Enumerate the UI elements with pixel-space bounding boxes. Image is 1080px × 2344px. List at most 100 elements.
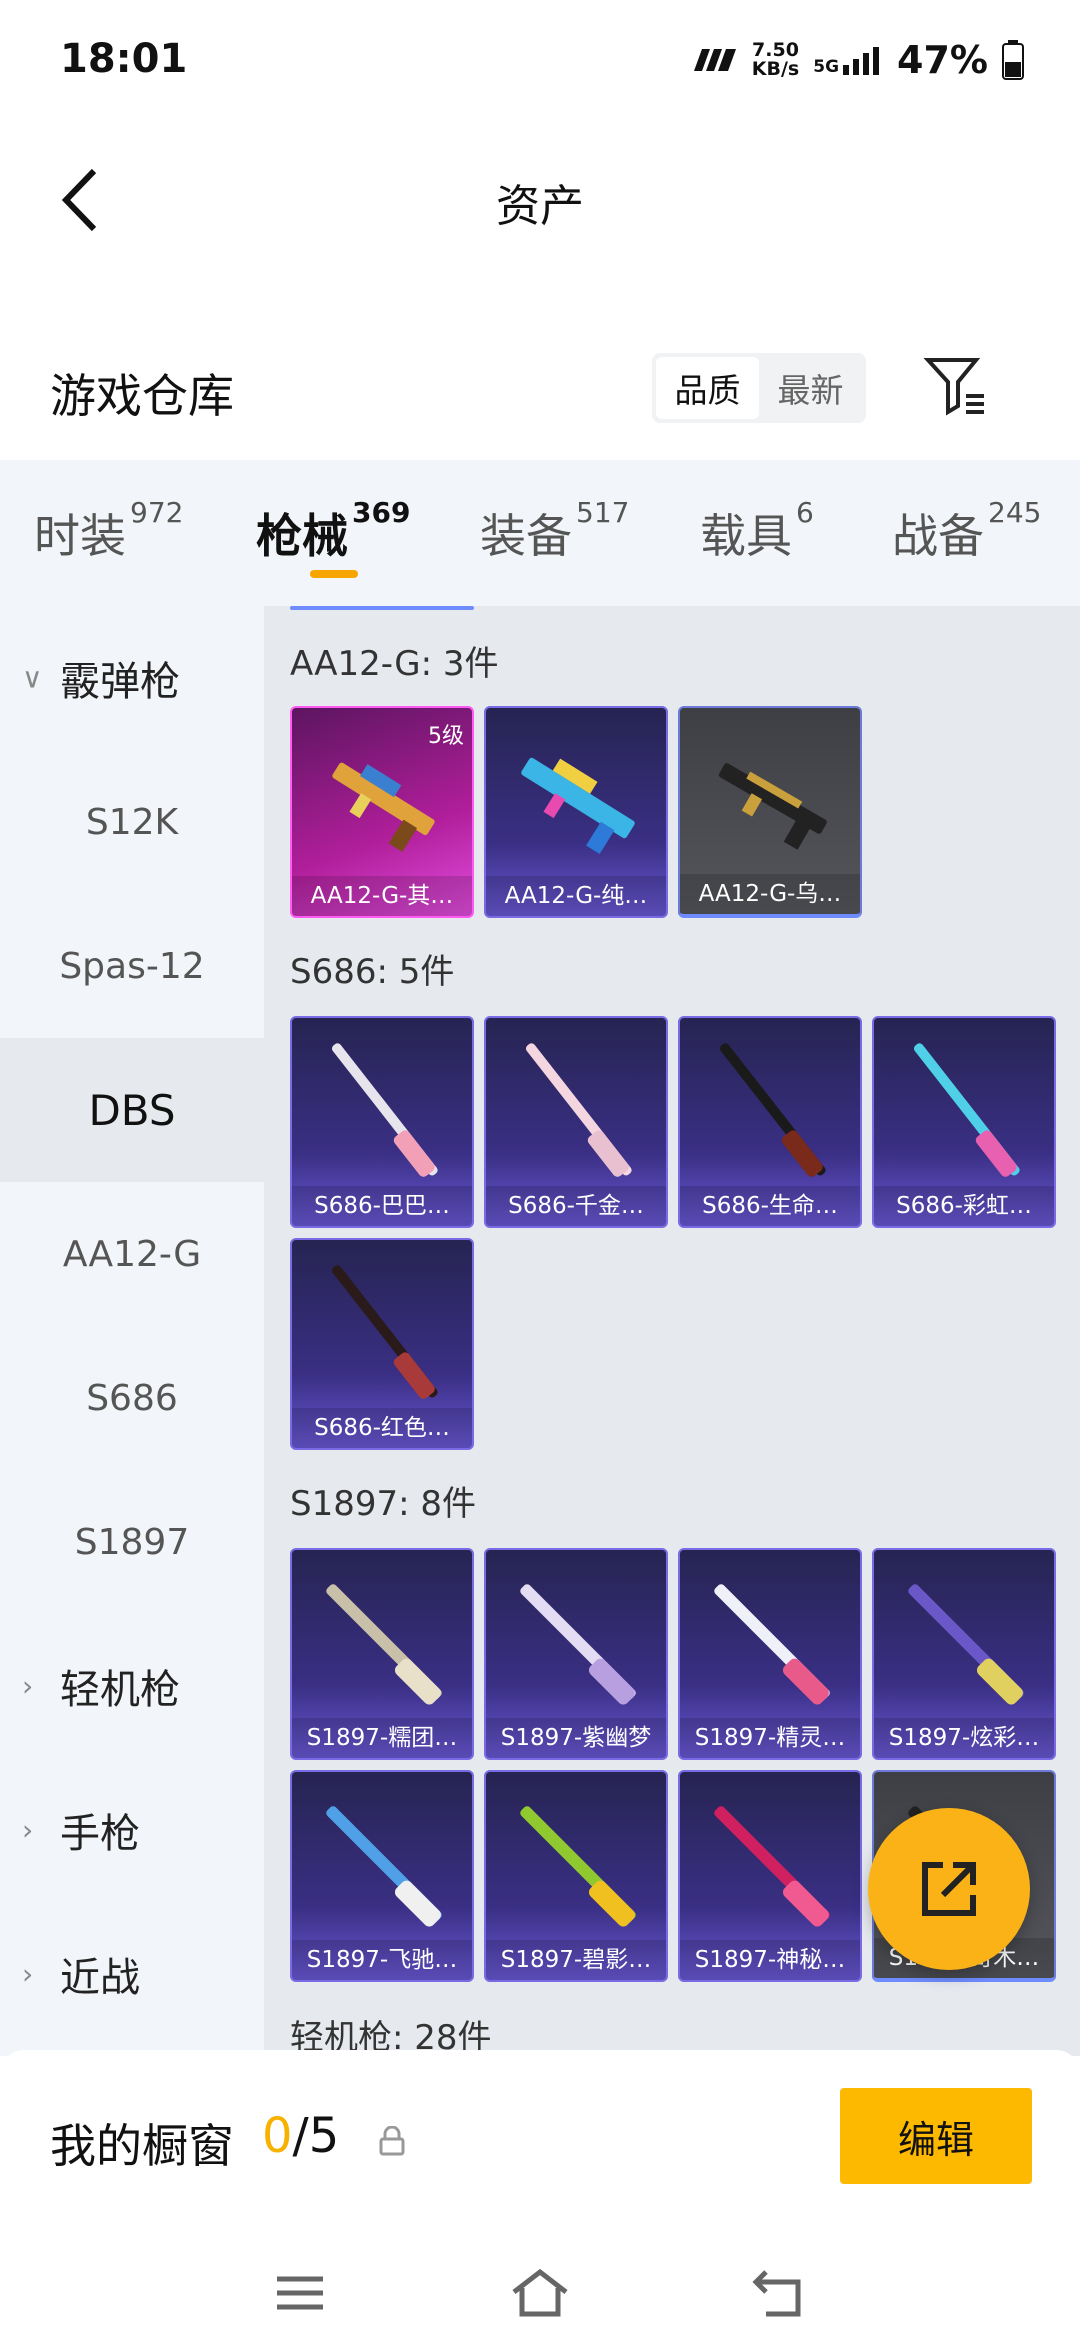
warehouse-title: 游戏仓库 xyxy=(50,369,234,423)
active-tab-indicator xyxy=(310,570,358,578)
back-nav-button[interactable] xyxy=(740,2258,820,2328)
speed-unit: KB/s xyxy=(751,58,800,80)
group-title-aa12g: AA12-G: 3件 xyxy=(290,644,499,684)
weapon-card[interactable]: 5级 AA12-G-其… xyxy=(290,706,474,918)
card-name: S686-千金… xyxy=(486,1186,666,1226)
sidebar-item-pistol[interactable]: › 手枪 xyxy=(0,1758,264,1902)
home-icon xyxy=(512,2268,568,2317)
category-tabs: 时装 972 枪械 369 装备 517 载具 6 战备 245 xyxy=(0,460,1080,606)
sort-toggle: 品质 最新 xyxy=(652,353,866,423)
chevron-down-icon: ∨ xyxy=(22,661,43,695)
sort-quality-button[interactable]: 品质 xyxy=(656,357,759,419)
weapon-card[interactable]: S1897-糯团… xyxy=(290,1548,474,1760)
sort-newest-button[interactable]: 最新 xyxy=(759,357,862,419)
weapon-card[interactable]: S1897-神秘… xyxy=(678,1770,862,1982)
card-name: S686-生命… xyxy=(680,1186,860,1226)
sidebar-item-label: 霰弹枪 xyxy=(60,659,180,705)
sidebar-item-label: AA12-G xyxy=(62,1233,202,1275)
card-name: S1897-碧影… xyxy=(486,1940,666,1980)
network-speed: 7.50 KB/s xyxy=(752,41,799,79)
sidebar-item-label: DBS xyxy=(88,1085,176,1135)
card-name: S686-彩虹… xyxy=(874,1186,1054,1226)
tab-vehicles[interactable]: 载具 6 xyxy=(700,496,814,566)
tab-count: 517 xyxy=(576,496,630,529)
return-icon xyxy=(752,2270,801,2317)
sidebar-item-melee[interactable]: › 近战 xyxy=(0,1902,264,2046)
card-name: S686-红色… xyxy=(292,1408,472,1448)
menu-icon xyxy=(277,2276,323,2310)
sidebar-item-label: 轻机枪 xyxy=(60,1667,180,1713)
network-type: 5G xyxy=(813,57,840,77)
card-name: AA12-G-乌… xyxy=(680,874,860,914)
sidebar-item-dbs[interactable]: DBS xyxy=(0,1038,264,1182)
sidebar-item-shotgun[interactable]: ∨ 霰弹枪 xyxy=(0,606,264,750)
signal-booster-icon xyxy=(693,49,736,71)
tab-count: 6 xyxy=(796,496,814,529)
system-nav-bar xyxy=(0,2240,1080,2344)
showcase-total: /5 xyxy=(292,2108,340,2164)
status-icons: 7.50 KB/s 5G 47% xyxy=(692,36,1024,84)
chevron-right-icon: › xyxy=(22,1813,34,1847)
header: 资产 xyxy=(0,120,1080,280)
weapon-card[interactable]: AA12-G-纯… xyxy=(484,706,668,918)
card-name: S1897-神秘… xyxy=(680,1940,860,1980)
weapon-card[interactable]: S686-巴巴… xyxy=(290,1016,474,1228)
battery-icon xyxy=(1002,40,1024,80)
tab-count: 972 xyxy=(130,496,184,529)
menu-nav-button[interactable] xyxy=(260,2258,340,2328)
card-level: 5级 xyxy=(428,724,464,749)
sidebar-item-spas12[interactable]: Spas-12 xyxy=(0,894,264,1038)
tab-count: 369 xyxy=(352,496,411,529)
tab-equipment[interactable]: 装备 517 xyxy=(480,496,629,566)
showcase-current: 0 xyxy=(262,2108,293,2164)
tab-firearms[interactable]: 枪械 369 xyxy=(256,496,410,566)
weapon-card[interactable]: S1897-紫幽梦 xyxy=(484,1548,668,1760)
weapon-card[interactable]: S686-红色… xyxy=(290,1238,474,1450)
sidebar-item-aa12g[interactable]: AA12-G xyxy=(0,1182,264,1326)
weapon-card[interactable]: S686-生命… xyxy=(678,1016,862,1228)
home-nav-button[interactable] xyxy=(500,2258,580,2328)
showcase-count: 0/5 xyxy=(262,2108,339,2164)
weapon-card[interactable]: S686-彩虹… xyxy=(872,1016,1056,1228)
card-name: S1897-精灵… xyxy=(680,1718,860,1758)
edit-button[interactable]: 编辑 xyxy=(840,2088,1032,2184)
tab-count: 245 xyxy=(988,496,1042,529)
weapon-card[interactable]: S1897-碧影… xyxy=(484,1770,668,1982)
tab-label: 战备 xyxy=(892,509,984,563)
tab-fashion[interactable]: 时装 972 xyxy=(34,496,183,566)
card-name: AA12-G-其… xyxy=(292,876,472,916)
sidebar-item-label: S686 xyxy=(86,1377,178,1419)
tab-label: 载具 xyxy=(700,509,792,563)
lock-icon xyxy=(379,2126,405,2156)
weapon-card[interactable]: AA12-G-乌… xyxy=(678,706,862,918)
card-name: S1897-炫彩… xyxy=(874,1718,1054,1758)
weapon-card[interactable]: S1897-炫彩… xyxy=(872,1548,1056,1760)
sidebar-item-lmg[interactable]: › 轻机枪 xyxy=(0,1614,264,1758)
showcase-title: 我的橱窗 xyxy=(50,2119,234,2173)
card-name: S686-巴巴… xyxy=(292,1186,472,1226)
group-title-s1897: S1897: 8件 xyxy=(290,1484,477,1524)
sidebar-item-s686[interactable]: S686 xyxy=(0,1326,264,1470)
previous-row-edge xyxy=(290,606,474,610)
tab-label: 时装 xyxy=(34,509,126,563)
external-link-icon xyxy=(922,1862,976,1916)
sidebar-item-label: 近战 xyxy=(60,1955,140,2001)
sidebar-item-s1897[interactable]: S1897 xyxy=(0,1470,264,1614)
chevron-right-icon: › xyxy=(22,1957,34,1991)
chevron-right-icon: › xyxy=(22,1669,34,1703)
sidebar-item-s12k[interactable]: S12K xyxy=(0,750,264,894)
card-name: S1897-飞驰… xyxy=(292,1940,472,1980)
page-title: 资产 xyxy=(496,181,584,232)
weapon-card[interactable]: S1897-精灵… xyxy=(678,1548,862,1760)
weapon-card[interactable]: S1897-飞驰… xyxy=(290,1770,474,1982)
weapon-sidebar: ∨ 霰弹枪 S12K Spas-12 DBS AA12-G S686 S1897… xyxy=(0,606,264,2056)
battery-percent: 47% xyxy=(897,38,988,82)
filter-button[interactable] xyxy=(920,352,990,422)
export-button[interactable] xyxy=(868,1808,1030,1970)
sidebar-item-label: S12K xyxy=(85,801,179,843)
tab-label: 枪械 xyxy=(256,509,348,563)
cell-signal: 5G xyxy=(813,45,883,77)
weapon-card[interactable]: S686-千金… xyxy=(484,1016,668,1228)
group-title-s686: S686: 5件 xyxy=(290,952,455,992)
tab-supplies[interactable]: 战备 245 xyxy=(892,496,1041,566)
